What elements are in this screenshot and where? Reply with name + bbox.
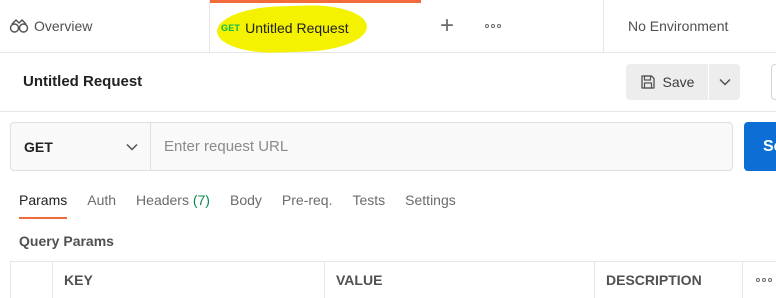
tab-auth-label: Auth — [87, 192, 117, 208]
url-bar: GET — [10, 122, 733, 171]
query-params-title: Query Params — [19, 233, 114, 249]
save-dropdown-button[interactable] — [709, 64, 740, 100]
column-header-key: KEY — [53, 262, 325, 298]
more-icon — [485, 24, 501, 28]
save-label: Save — [662, 74, 695, 90]
tab-options-button[interactable] — [473, 0, 513, 52]
save-icon — [640, 75, 655, 89]
method-label: GET — [24, 138, 53, 155]
tab-bar: Overview GET Untitled Request + No Envir… — [0, 0, 776, 55]
query-params-table: KEY VALUE DESCRIPTION — [10, 261, 776, 298]
chevron-down-icon — [126, 143, 138, 151]
request-header: Untitled Request Save — [0, 53, 776, 112]
tab-pre-request-label: Pre-req. — [281, 192, 333, 208]
tab-settings-label: Settings — [405, 192, 456, 208]
tab-overview[interactable]: Overview — [0, 0, 210, 52]
chevron-down-icon — [718, 78, 731, 86]
save-group: Save — [626, 64, 740, 100]
tab-body-label: Body — [229, 192, 262, 208]
tab-body[interactable]: Body — [230, 192, 262, 220]
tab-pre-request[interactable]: Pre-req. — [282, 192, 333, 220]
tab-headers[interactable]: Headers (7) — [136, 192, 210, 220]
tab-title: Untitled Request — [245, 19, 349, 36]
new-tab-button[interactable]: + — [421, 0, 473, 52]
send-button[interactable]: Send — [744, 122, 776, 171]
tab-overview-label: Overview — [34, 18, 93, 34]
tab-method-badge: GET — [221, 22, 241, 33]
plus-icon: + — [439, 12, 454, 39]
column-header-description: DESCRIPTION — [595, 262, 743, 298]
save-button[interactable]: Save — [626, 64, 708, 100]
environment-label: No Environment — [628, 18, 729, 34]
more-icon — [756, 278, 772, 282]
headers-count-badge: (7) — [192, 192, 210, 208]
tab-tests-label: Tests — [352, 192, 386, 208]
tab-params[interactable]: Params — [19, 192, 68, 220]
tab-auth[interactable]: Auth — [87, 192, 116, 220]
send-label: Send — [763, 137, 776, 155]
url-input[interactable] — [151, 123, 732, 170]
request-title[interactable]: Untitled Request — [23, 73, 142, 90]
tab-settings[interactable]: Settings — [405, 192, 456, 220]
tab-headers-label: Headers — [136, 192, 189, 208]
column-header-value: VALUE — [325, 262, 595, 298]
table-options-button[interactable] — [743, 262, 776, 298]
tab-tests[interactable]: Tests — [352, 192, 385, 220]
table-check-column — [10, 262, 53, 298]
method-select[interactable]: GET — [11, 123, 151, 170]
request-tabs: Params Auth Headers (7) Body Pre-req. Te… — [19, 192, 476, 220]
environment-selector[interactable]: No Environment — [603, 0, 776, 52]
overview-icon — [9, 19, 29, 33]
tab-params-label: Params — [19, 192, 68, 208]
tab-untitled-request[interactable]: GET Untitled Request — [210, 0, 421, 55]
share-button[interactable] — [771, 64, 776, 100]
